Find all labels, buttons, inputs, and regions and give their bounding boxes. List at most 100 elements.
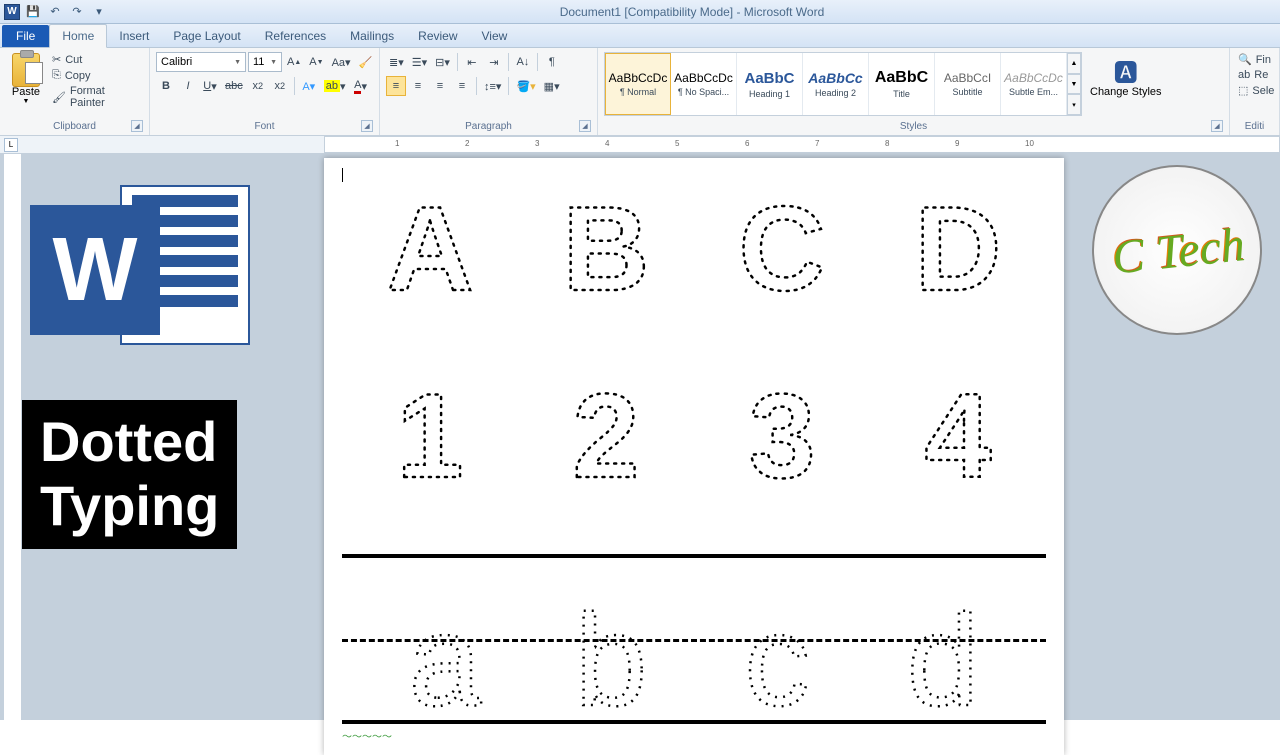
horizontal-ruler[interactable]: 1 2 3 4 5 6 7 8 9 10 xyxy=(324,136,1280,153)
dotted-number: 1 xyxy=(360,367,500,526)
borders-button[interactable]: ▦▾ xyxy=(541,76,563,96)
style-title[interactable]: AaBbCTitle xyxy=(869,53,935,115)
style-normal[interactable]: AaBbCcDc¶ Normal xyxy=(605,53,671,115)
gallery-up-button[interactable]: ▲ xyxy=(1067,53,1081,74)
bold-button[interactable]: B xyxy=(156,76,176,96)
font-size-select[interactable]: 11▼ xyxy=(248,52,282,72)
tab-review[interactable]: Review xyxy=(406,25,469,47)
group-editing: 🔍Fin abRe ⬚Sele Editi xyxy=(1230,48,1280,135)
tab-selector-button[interactable]: L xyxy=(4,138,18,152)
align-left-button[interactable]: ≡ xyxy=(386,76,406,96)
styles-launcher[interactable]: ◢ xyxy=(1211,120,1223,132)
svg-text:1: 1 xyxy=(397,369,464,503)
style-subtle-emphasis[interactable]: AaBbCcDcSubtle Em... xyxy=(1001,53,1067,115)
style-subtitle[interactable]: AaBbCcISubtitle xyxy=(935,53,1001,115)
paste-icon xyxy=(12,53,40,87)
tab-file[interactable]: File xyxy=(2,25,49,47)
spelling-squiggle: ～～～～～ xyxy=(342,728,1046,743)
ruler-bar: L 1 2 3 4 5 6 7 8 9 10 xyxy=(0,136,1280,154)
copy-icon: ⎘ xyxy=(52,69,61,82)
increase-indent-button[interactable]: ⇥ xyxy=(484,52,504,72)
dotted-letter: A xyxy=(360,180,500,339)
styles-group-label: Styles◢ xyxy=(604,119,1223,134)
tab-insert[interactable]: Insert xyxy=(107,25,161,47)
justify-button[interactable]: ≡ xyxy=(452,76,472,96)
font-launcher[interactable]: ◢ xyxy=(361,120,373,132)
svg-text:C: C xyxy=(739,182,826,316)
multilevel-button[interactable]: ⊟▾ xyxy=(432,52,453,72)
tab-page-layout[interactable]: Page Layout xyxy=(161,25,252,47)
shrink-font-button[interactable]: A▼ xyxy=(306,52,326,72)
cursor-icon: ⬚ xyxy=(1238,84,1248,97)
svg-text:A: A xyxy=(387,182,474,316)
word-logo-overlay: W xyxy=(30,175,250,355)
group-styles: AaBbCcDc¶ Normal AaBbCcDc¶ No Spaci... A… xyxy=(598,48,1230,135)
magnifier-icon: 🔍 xyxy=(1238,53,1252,66)
styles-gallery: AaBbCcDc¶ Normal AaBbCcDc¶ No Spaci... A… xyxy=(604,52,1082,116)
svg-text:3: 3 xyxy=(749,369,816,503)
align-right-button[interactable]: ≡ xyxy=(430,76,450,96)
dotted-lowercase: b xyxy=(551,550,671,720)
paste-label: Paste xyxy=(12,86,40,98)
font-name-select[interactable]: Calibri▼ xyxy=(156,52,246,72)
replace-icon: ab xyxy=(1238,69,1250,81)
gallery-down-button[interactable]: ▼ xyxy=(1067,74,1081,95)
font-color-button[interactable]: A▾ xyxy=(351,76,371,96)
show-marks-button[interactable]: ¶ xyxy=(542,52,562,72)
tab-references[interactable]: References xyxy=(253,25,338,47)
text-effects-button[interactable]: A▾ xyxy=(299,76,319,96)
paragraph-launcher[interactable]: ◢ xyxy=(579,120,591,132)
title-bar: W 💾 ↶ ↷ ▾ Document1 [Compatibility Mode]… xyxy=(0,0,1280,24)
numbers-row: 1 2 3 4 xyxy=(342,367,1046,526)
svg-text:b: b xyxy=(575,587,647,720)
grow-font-button[interactable]: A▲ xyxy=(284,52,304,72)
find-button[interactable]: 🔍Fin xyxy=(1236,52,1276,67)
tab-home[interactable]: Home xyxy=(49,24,107,48)
numbering-button[interactable]: ☰▾ xyxy=(409,52,430,72)
bullets-button[interactable]: ≣▾ xyxy=(386,52,407,72)
line-spacing-button[interactable]: ↕≡▾ xyxy=(481,76,504,96)
svg-text:B: B xyxy=(563,182,650,316)
ribbon-tabs: File Home Insert Page Layout References … xyxy=(0,24,1280,48)
paste-button[interactable]: Paste ▼ xyxy=(6,52,46,107)
tab-view[interactable]: View xyxy=(470,25,520,47)
style-heading1[interactable]: AaBbCHeading 1 xyxy=(737,53,803,115)
clipboard-launcher[interactable]: ◢ xyxy=(131,120,143,132)
change-case-button[interactable]: Aa▾ xyxy=(329,52,354,72)
style-nospacing[interactable]: AaBbCcDc¶ No Spaci... xyxy=(671,53,737,115)
document-page[interactable]: A B C D 1 2 3 4 a b c d ～～～～～ xyxy=(324,158,1064,755)
change-styles-button[interactable]: 🅰 Change Styles xyxy=(1086,52,1166,100)
sort-button[interactable]: A↓ xyxy=(513,52,533,72)
subscript-button[interactable]: x2 xyxy=(248,76,268,96)
underline-button[interactable]: U▾ xyxy=(200,76,220,96)
dotted-lowercase: c xyxy=(717,550,837,720)
replace-button[interactable]: abRe xyxy=(1236,68,1276,82)
undo-button[interactable]: ↶ xyxy=(46,3,64,21)
style-heading2[interactable]: AaBbCcHeading 2 xyxy=(803,53,869,115)
decrease-indent-button[interactable]: ⇤ xyxy=(462,52,482,72)
cut-button[interactable]: ✂Cut xyxy=(50,52,143,67)
gallery-more-button[interactable]: ▾ xyxy=(1067,94,1081,115)
select-button[interactable]: ⬚Sele xyxy=(1236,83,1276,98)
shading-button[interactable]: 🪣▾ xyxy=(513,76,538,96)
ribbon: Paste ▼ ✂Cut ⎘Copy 🖌Format Painter Clipb… xyxy=(0,48,1280,136)
svg-text:2: 2 xyxy=(573,369,640,503)
redo-button[interactable]: ↷ xyxy=(68,3,86,21)
copy-button[interactable]: ⎘Copy xyxy=(50,68,143,83)
tab-mailings[interactable]: Mailings xyxy=(338,25,406,47)
superscript-button[interactable]: x2 xyxy=(270,76,290,96)
highlight-button[interactable]: ab▾ xyxy=(321,76,349,96)
save-button[interactable]: 💾 xyxy=(24,3,42,21)
clear-format-button[interactable]: 🧹 xyxy=(356,52,376,72)
vertical-ruler[interactable] xyxy=(4,154,22,720)
align-center-button[interactable]: ≡ xyxy=(408,76,428,96)
italic-button[interactable]: I xyxy=(178,76,198,96)
paragraph-group-label: Paragraph◢ xyxy=(386,119,591,134)
group-font: Calibri▼ 11▼ A▲ A▼ Aa▾ 🧹 B I U▾ abc x2 x… xyxy=(150,48,380,135)
dotted-letter: C xyxy=(712,180,852,339)
brush-icon: 🖌 xyxy=(52,91,66,104)
strikethrough-button[interactable]: abc xyxy=(222,76,246,96)
format-painter-button[interactable]: 🖌Format Painter xyxy=(50,84,143,110)
qat-customize-icon[interactable]: ▾ xyxy=(90,3,108,21)
dotted-letter: B xyxy=(536,180,676,339)
